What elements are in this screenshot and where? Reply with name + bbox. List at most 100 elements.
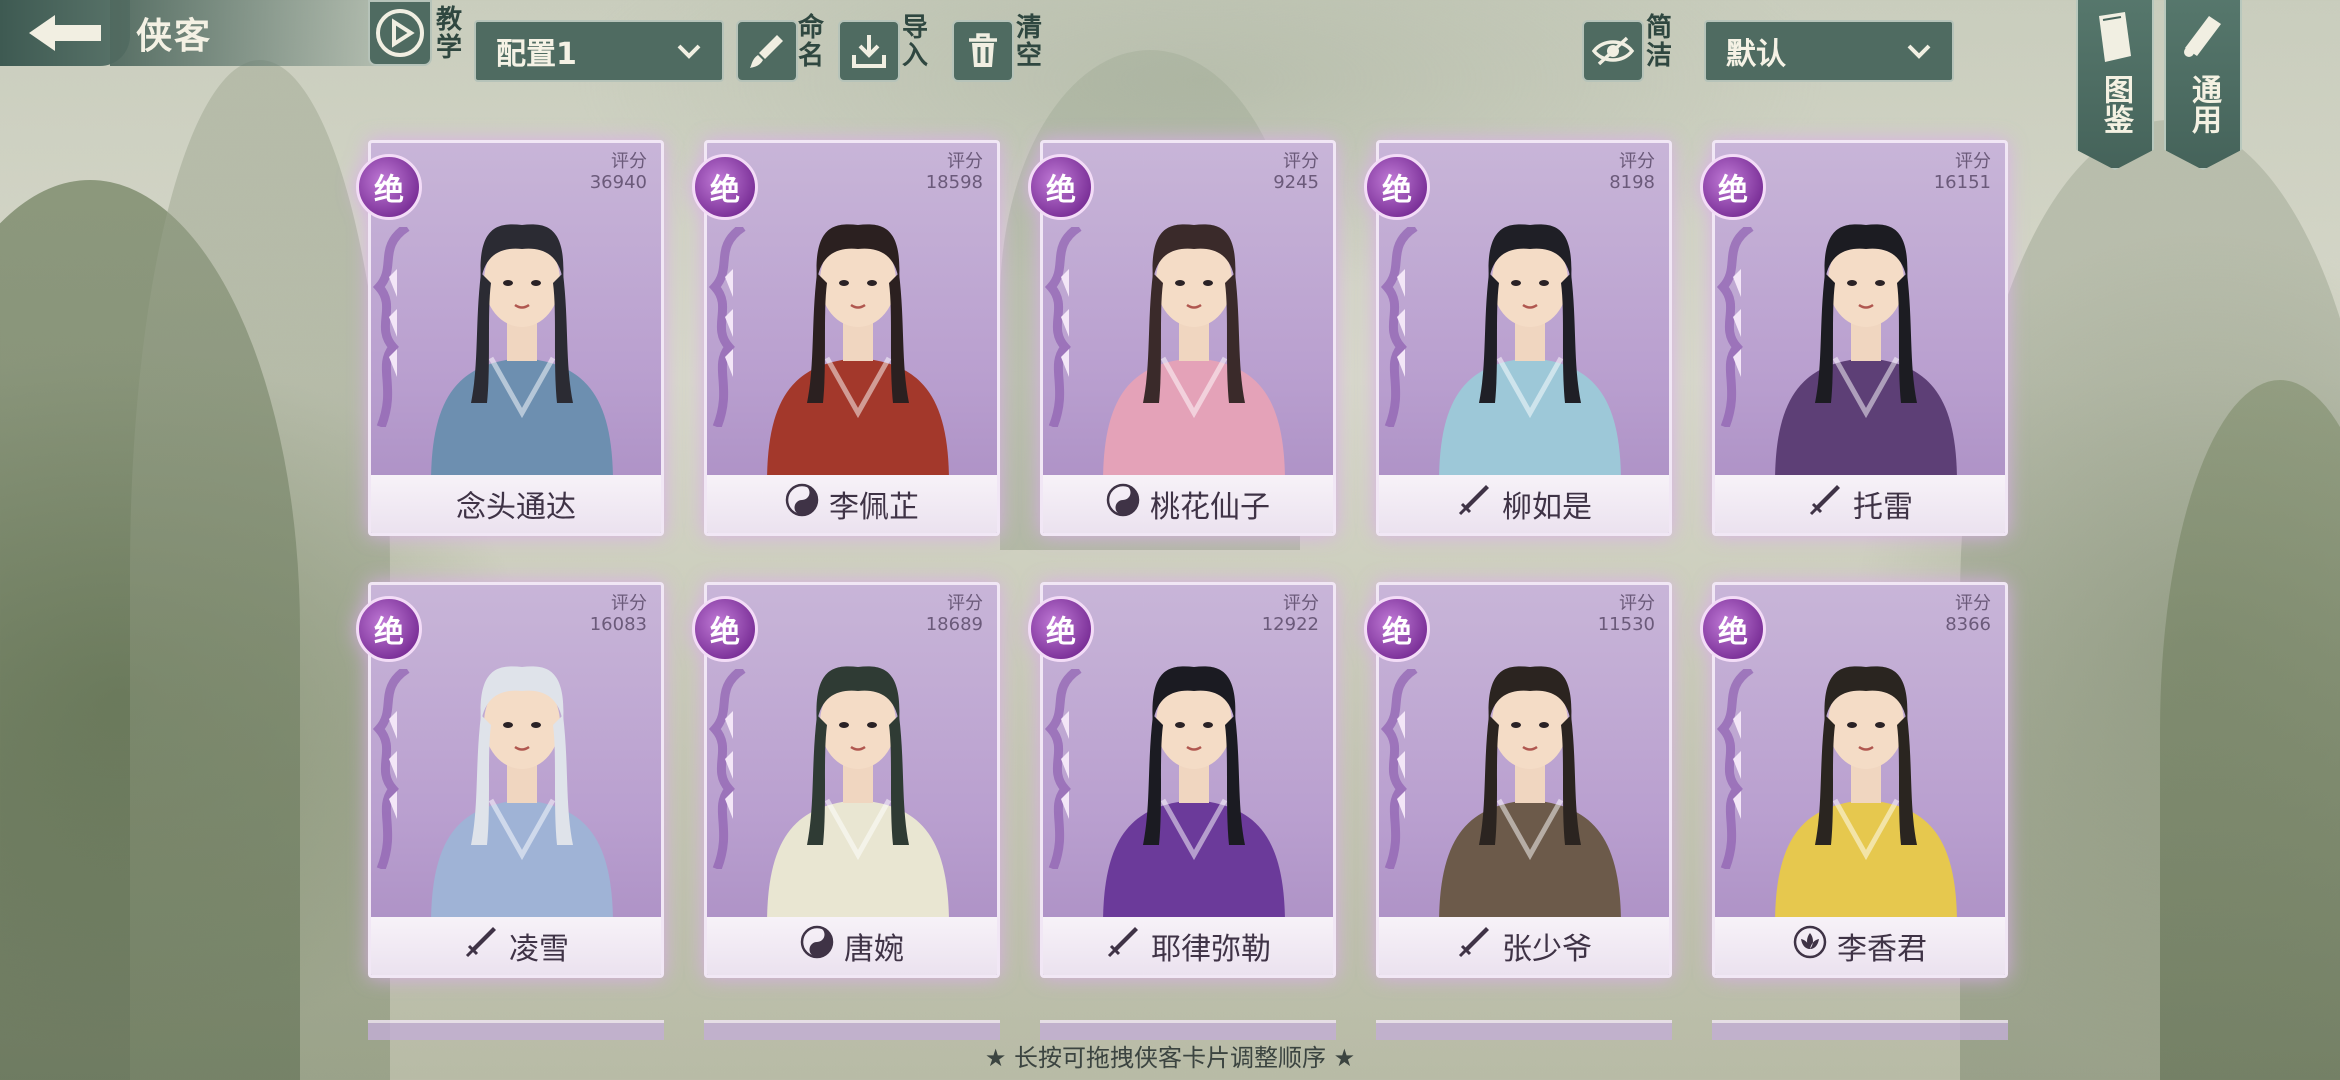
sort-select-value: 默认 [1726, 37, 1786, 72]
drag-hint-text: ★ 长按可拖拽侠客卡片调整顺序 ★ [984, 1044, 1356, 1072]
import-button[interactable] [838, 20, 900, 82]
top-bar: 侠客 教学 配置1 命名 导入 清空 简洁 默认 图鉴 通用 [0, 0, 2340, 170]
grade-badge: 绝 [1364, 596, 1430, 662]
grade-badge: 绝 [692, 154, 758, 220]
hero-card[interactable]: 评分 8198 柳如是 绝 [1364, 140, 1672, 536]
tutorial-label: 教学 [435, 5, 462, 63]
clear-button[interactable] [952, 20, 1014, 82]
tutorial-button[interactable] [368, 0, 432, 66]
card-score: 评分 18598 [926, 151, 983, 193]
hero-name: 柳如是 [1502, 490, 1592, 525]
hero-name: 耶律弥勒 [1151, 932, 1271, 967]
hero-card[interactable]: 评分 36940 念头通达 绝 [356, 140, 664, 536]
card-name-bar: 念头通达 [371, 475, 661, 533]
hero-card[interactable]: 评分 11530 张少爷 绝 [1364, 582, 1672, 978]
hero-portrait [1439, 666, 1621, 925]
hero-name: 念头通达 [456, 490, 576, 525]
star-rank-icon [1044, 227, 1082, 427]
sword-icon [1807, 482, 1843, 526]
hero-name: 托雷 [1853, 490, 1913, 525]
hero-name: 张少爷 [1502, 932, 1592, 967]
taiji-icon [785, 483, 819, 525]
score-value: 16151 [1933, 172, 1991, 193]
simple-mode-label: 简洁 [1645, 13, 1672, 71]
card-score: 评分 36940 [590, 151, 647, 193]
score-value: 18598 [925, 172, 983, 193]
config-select[interactable]: 配置1 [474, 20, 724, 82]
star-rank-icon [708, 227, 746, 427]
hero-portrait [767, 224, 949, 483]
score-label: 评分 [1955, 151, 1991, 172]
grade-badge: 绝 [1028, 596, 1094, 662]
back-arrow-icon [29, 15, 101, 51]
star-rank-icon [708, 669, 746, 869]
hero-card[interactable]: 评分 12922 耶律弥勒 绝 [1028, 582, 1336, 978]
play-icon [376, 9, 424, 57]
next-row-card-edge [1712, 1020, 2008, 1040]
grade-badge: 绝 [692, 596, 758, 662]
hero-portrait [1775, 224, 1957, 483]
card-score: 评分 18689 [926, 593, 983, 635]
hero-name: 李香君 [1837, 932, 1927, 967]
grade-badge: 绝 [1700, 596, 1766, 662]
hero-name: 桃花仙子 [1150, 490, 1270, 525]
score-label: 评分 [1619, 593, 1655, 614]
star-rank-icon [1716, 227, 1754, 427]
score-value: 12922 [1261, 614, 1319, 635]
hero-portrait [767, 666, 949, 925]
trash-icon [969, 33, 997, 67]
hero-card[interactable]: 评分 9245 桃花仙子 绝 [1028, 140, 1336, 536]
star-rank-icon [1380, 227, 1418, 427]
star-rank-icon [1716, 669, 1754, 869]
score-value: 16083 [589, 614, 647, 635]
grade-badge: 绝 [356, 596, 422, 662]
import-label: 导入 [901, 13, 928, 71]
hero-portrait [431, 224, 613, 483]
card-score: 评分 16151 [1934, 151, 1991, 193]
score-label: 评分 [611, 151, 647, 172]
sort-select[interactable]: 默认 [1704, 20, 1954, 82]
card-name-bar: 唐婉 [707, 917, 997, 975]
simple-mode-button[interactable] [1582, 20, 1644, 82]
card-score: 评分 12922 [1262, 593, 1319, 635]
hero-portrait [1775, 666, 1957, 925]
hero-card[interactable]: 评分 18598 李佩芷 绝 [692, 140, 1000, 536]
config-select-value: 配置1 [496, 37, 577, 72]
hero-card[interactable]: 评分 8366 李香君 绝 [1700, 582, 2008, 978]
card-score: 评分 8366 [1945, 593, 1991, 635]
rename-label: 命名 [797, 13, 824, 71]
hero-portrait [431, 666, 613, 925]
hero-name: 唐婉 [844, 932, 904, 967]
hero-card[interactable]: 评分 18689 唐婉 绝 [692, 582, 1000, 978]
score-label: 评分 [1619, 151, 1655, 172]
card-score: 评分 8198 [1609, 151, 1655, 193]
score-label: 评分 [947, 593, 983, 614]
hero-name: 李佩芷 [829, 490, 919, 525]
score-label: 评分 [947, 151, 983, 172]
card-name-bar: 李香君 [1715, 917, 2005, 975]
chevron-down-icon [1907, 44, 1931, 59]
sword-icon [1456, 924, 1492, 968]
codex-label: 图鉴 [2098, 74, 2133, 134]
general-button[interactable]: 通用 [2164, 0, 2242, 170]
card-name-bar: 桃花仙子 [1043, 475, 1333, 533]
card-name-bar: 托雷 [1715, 475, 2005, 533]
taiji-icon [800, 925, 834, 967]
general-label: 通用 [2186, 74, 2221, 134]
card-name-bar: 李佩芷 [707, 475, 997, 533]
card-score: 评分 16083 [590, 593, 647, 635]
card-score: 评分 11530 [1598, 593, 1655, 635]
hero-name: 凌雪 [509, 932, 569, 967]
codex-button[interactable]: 图鉴 [2076, 0, 2154, 170]
scroll-icon [2184, 16, 2221, 57]
hero-card[interactable]: 评分 16151 托雷 绝 [1700, 140, 2008, 536]
grade-badge: 绝 [1700, 154, 1766, 220]
lotus-icon [1793, 925, 1827, 967]
rename-button[interactable] [736, 20, 798, 82]
hero-card[interactable]: 评分 16083 凌雪 绝 [356, 582, 664, 978]
card-score: 评分 9245 [1273, 151, 1319, 193]
next-row-card-edge [704, 1020, 1000, 1040]
page-title: 侠客 [110, 0, 380, 66]
score-label: 评分 [1283, 593, 1319, 614]
star-rank-icon [1380, 669, 1418, 869]
